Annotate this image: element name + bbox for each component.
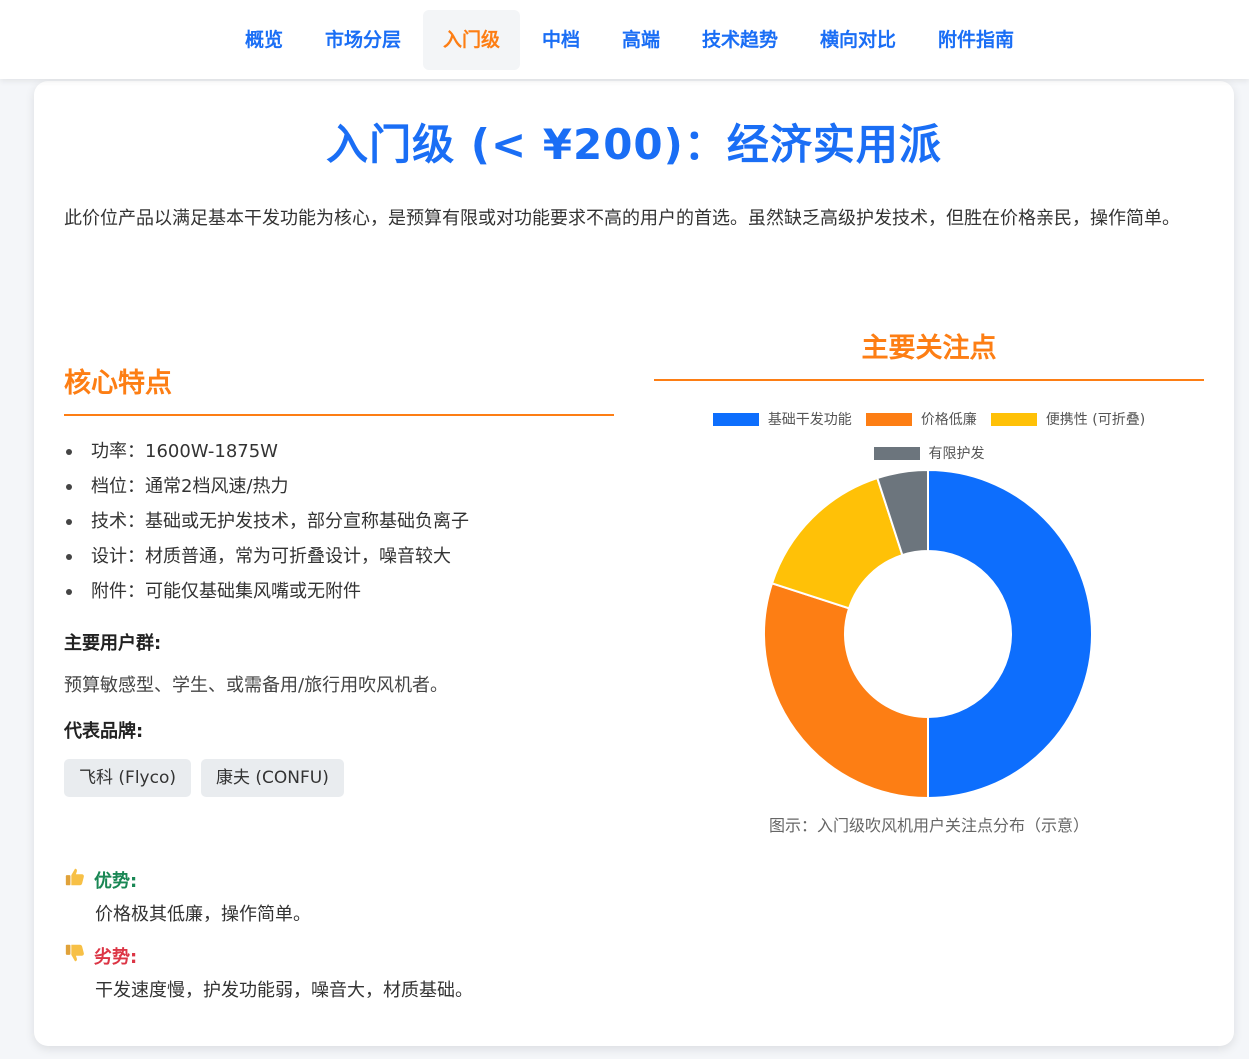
cons-label: 劣势: — [94, 946, 138, 968]
legend-label: 基础干发功能 — [767, 412, 852, 428]
nav-tab-1[interactable]: 市场分层 — [305, 10, 421, 70]
pros-cons: 优势: 价格极其低廉，操作简单。 劣势: 干发速度慢，护发功能弱，噪音大，材质基… — [64, 866, 624, 1002]
legend-swatch — [873, 446, 920, 460]
donut-slice-1[interactable] — [763, 582, 929, 800]
thumbs-up-icon — [64, 866, 86, 893]
legend-swatch — [990, 412, 1037, 426]
chart-title: 主要关注点 — [654, 326, 1204, 381]
cons-text: 干发速度慢，护发功能弱，噪音大，材质基础。 — [95, 980, 473, 1001]
page-title: 入门级 (< ¥200)：经济实用派 — [326, 120, 942, 169]
pros-text: 价格极其低廉，操作简单。 — [95, 904, 311, 925]
legend-label: 价格低廉 — [920, 412, 977, 428]
features-column: 核心特点 功率：1600W-1875W 档位：通常2档风速/热力 技术：基础或无护发… — [64, 361, 614, 797]
thumbs-down-icon — [64, 942, 86, 969]
feature-list: 功率：1600W-1875W 档位：通常2档风速/热力 技术：基础或无护发技术，部分… — [64, 434, 614, 609]
brand-tag: 康夫 (CONFU) — [200, 759, 344, 797]
donut-chart — [763, 468, 1093, 800]
nav-tab-2[interactable]: 入门级 — [422, 9, 520, 70]
nav-tab-7[interactable]: 附件指南 — [918, 10, 1034, 70]
legend-label: 有限护发 — [928, 446, 985, 462]
features-title: 核心特点 — [64, 361, 614, 416]
legend-item[interactable]: 有限护发 — [873, 443, 985, 463]
feature-item: 技术：基础或无护发技术，部分宣称基础负离子 — [64, 504, 614, 539]
nav-tab-5[interactable]: 技术趋势 — [682, 10, 798, 70]
users-text: 预算敏感型、学生、或需备用/旅行用吹风机者。 — [64, 675, 449, 696]
cons-heading: 劣势: — [64, 942, 624, 969]
legend-item[interactable]: 价格低廉 — [865, 409, 977, 429]
users-heading: 主要用户群: — [64, 633, 162, 654]
chart-legend: 基础干发功能 价格低廉 便携性 (可折叠) 有限护发 — [654, 409, 1204, 463]
feature-item: 档位：通常2档风速/热力 — [64, 469, 614, 504]
legend-label: 便携性 (可折叠) — [1045, 412, 1146, 428]
brands-heading: 代表品牌: — [64, 721, 144, 742]
chart-column: 主要关注点 基础干发功能 价格低廉 便携性 (可折叠) 有限护发 图示：入门级吹风机用… — [654, 326, 1204, 835]
nav-list: 概览 市场分层 入门级 中档 高端 技术趋势 横向对比 附件指南 — [225, 9, 1034, 70]
pros-label: 优势: — [94, 870, 138, 892]
chart-caption: 图示：入门级吹风机用户关注点分布（示意） — [768, 816, 1089, 835]
feature-item: 附件：可能仅基础集风嘴或无附件 — [64, 574, 614, 609]
nav-tab-4[interactable]: 高端 — [602, 10, 680, 70]
legend-swatch — [865, 412, 912, 426]
feature-item: 设计：材质普通，常为可折叠设计，噪音较大 — [64, 539, 614, 574]
legend-swatch — [712, 412, 759, 426]
donut-slice-0[interactable] — [927, 468, 1093, 800]
nav-tab-3[interactable]: 中档 — [522, 10, 600, 70]
nav-tab-6[interactable]: 横向对比 — [800, 10, 916, 70]
legend-item[interactable]: 便携性 (可折叠) — [990, 409, 1146, 429]
content-card: 入门级 (< ¥200)：经济实用派 此价位产品以满足基本干发功能为核心，是预算… — [34, 81, 1234, 1046]
brand-tag: 飞科 (Flyco) — [64, 759, 191, 797]
intro-text: 此价位产品以满足基本干发功能为核心，是预算有限或对功能要求不高的用户的首选。虽然… — [64, 208, 1180, 229]
top-navigation: 概览 市场分层 入门级 中档 高端 技术趋势 横向对比 附件指南 — [0, 0, 1249, 79]
nav-tab-0[interactable]: 概览 — [225, 10, 303, 70]
brand-tags: 飞科 (Flyco) 康夫 (CONFU) — [64, 759, 614, 797]
pros-heading: 优势: — [64, 866, 624, 893]
donut-chart-container — [762, 468, 1094, 800]
legend-item[interactable]: 基础干发功能 — [712, 409, 852, 429]
feature-item: 功率：1600W-1875W — [64, 434, 614, 469]
